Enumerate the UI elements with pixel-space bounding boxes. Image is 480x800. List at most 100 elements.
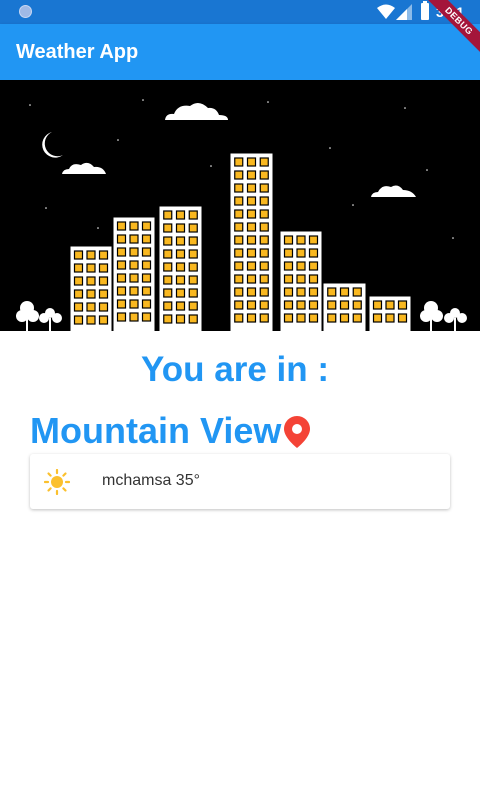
building-window	[234, 209, 244, 219]
location-heading: You are in :	[141, 350, 329, 389]
building-window	[116, 273, 127, 283]
building-window	[175, 275, 186, 285]
building-window	[327, 313, 337, 323]
building-window	[283, 313, 294, 323]
building-window	[296, 235, 306, 245]
building-window	[283, 287, 294, 297]
building-window	[339, 300, 350, 310]
building-window	[246, 287, 257, 297]
building-window	[98, 302, 109, 312]
building-window	[234, 287, 244, 297]
building-window	[188, 275, 198, 285]
building-window	[308, 274, 319, 284]
building-window	[141, 260, 152, 270]
building-window	[163, 301, 173, 311]
building-window	[259, 157, 269, 167]
building-window	[259, 235, 269, 245]
building-window	[283, 300, 294, 310]
building-window	[73, 276, 84, 286]
building-window	[385, 313, 395, 323]
building-window	[259, 274, 269, 284]
battery-icon	[421, 1, 429, 20]
building-window	[352, 287, 362, 297]
building-window	[175, 314, 186, 324]
building-window	[188, 223, 198, 233]
building-window	[116, 312, 127, 322]
building-window	[259, 287, 269, 297]
building-window	[175, 210, 186, 220]
building-window	[163, 210, 173, 220]
building-window	[246, 196, 257, 206]
building-window	[259, 209, 269, 219]
building-window	[141, 247, 152, 257]
building-window	[234, 170, 244, 180]
building-window	[385, 300, 395, 310]
building-window	[141, 273, 152, 283]
building-window	[129, 273, 139, 283]
building-window	[86, 289, 96, 299]
building-window	[86, 250, 96, 260]
building-window	[397, 313, 408, 323]
building-window	[141, 234, 152, 244]
building-window	[259, 313, 269, 323]
building-window	[246, 300, 257, 310]
location-pin-icon[interactable]	[284, 416, 310, 448]
building-window	[86, 263, 96, 273]
building-window	[352, 313, 362, 323]
building-window	[129, 247, 139, 257]
building-window	[234, 183, 244, 193]
building-window	[283, 235, 294, 245]
weather-card[interactable]: mchamsa 35°	[30, 454, 450, 509]
building-window	[188, 314, 198, 324]
building-window	[116, 286, 127, 296]
building-window	[259, 170, 269, 180]
building-window	[175, 301, 186, 311]
building-window	[188, 262, 198, 272]
building-window	[234, 313, 244, 323]
building-window	[246, 261, 257, 271]
building-window	[259, 222, 269, 232]
building-window	[86, 276, 96, 286]
building-window	[116, 247, 127, 257]
building-window	[283, 274, 294, 284]
building-window	[188, 236, 198, 246]
building-window	[234, 300, 244, 310]
building-window	[246, 248, 257, 258]
building-window	[234, 157, 244, 167]
building-window	[259, 196, 269, 206]
building-window	[163, 262, 173, 272]
building-window	[141, 221, 152, 231]
building-window	[234, 274, 244, 284]
status-bar: 3:41	[0, 0, 480, 24]
building-window	[259, 300, 269, 310]
building-window	[296, 300, 306, 310]
building-window	[163, 288, 173, 298]
building-window	[129, 312, 139, 322]
building-window	[141, 312, 152, 322]
building-window	[86, 302, 96, 312]
building-window	[175, 223, 186, 233]
building-window	[308, 235, 319, 245]
building-window	[296, 248, 306, 258]
building-window	[98, 250, 109, 260]
building-window	[163, 236, 173, 246]
building-window	[339, 313, 350, 323]
building-window	[86, 315, 96, 325]
building-window	[98, 276, 109, 286]
weather-text: mchamsa 35°	[102, 472, 200, 489]
building-window	[129, 286, 139, 296]
building-window	[246, 313, 257, 323]
building-window	[283, 261, 294, 271]
building-window	[188, 210, 198, 220]
building-window	[296, 313, 306, 323]
city-night-illustration	[0, 80, 480, 331]
night-skyline-image	[0, 80, 480, 331]
building-window	[116, 221, 127, 231]
signal-icon	[396, 4, 412, 20]
building-window	[116, 234, 127, 244]
building-window	[234, 248, 244, 258]
building-window	[129, 221, 139, 231]
building-window	[296, 274, 306, 284]
building-window	[259, 261, 269, 271]
building-window	[246, 183, 257, 193]
